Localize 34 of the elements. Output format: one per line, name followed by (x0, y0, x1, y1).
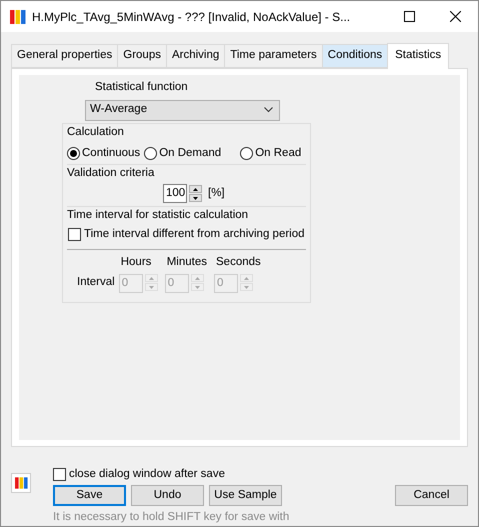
window-title: H.MyPlc_TAvg_5MinWAvg - ??? [Invalid, NoAckValue] - S... (32, 8, 352, 26)
unit-label: [%] (208, 186, 225, 202)
checkbox[interactable]: close dialog window after save (53, 466, 468, 483)
group-title: Calculation (67, 124, 125, 140)
dialog-button[interactable]: Save (53, 484, 126, 506)
function-dropdown[interactable]: W-Average (85, 100, 280, 120)
tab[interactable]: Conditions (322, 44, 388, 68)
field-label: Statistical function (95, 80, 189, 96)
app-logo-icon (11, 472, 31, 492)
column-header: Seconds (216, 254, 261, 270)
radio-option[interactable]: On Demand (144, 144, 222, 162)
group-title: Validation criteria (67, 166, 156, 181)
radio-option[interactable]: Continuous (67, 144, 140, 162)
tab[interactable]: Groups (117, 44, 166, 68)
hint-text: It is necessary to hold SHIFT key for save with (53, 510, 290, 525)
maximize-icon[interactable] (404, 11, 414, 22)
close-icon[interactable] (450, 11, 460, 22)
group-title: Time interval for statistic calculation (67, 208, 250, 224)
percent-field[interactable]: 100 (163, 184, 187, 204)
dialog-button[interactable]: Use Sample (209, 484, 282, 506)
column-header: Hours (120, 254, 152, 270)
tab[interactable]: Statistics (387, 43, 450, 70)
radio-option[interactable]: On Read (240, 144, 302, 162)
dialog-button[interactable]: Undo (131, 484, 204, 506)
tab[interactable]: Archiving (166, 44, 224, 68)
tab[interactable]: Time parameters (224, 44, 322, 68)
app-logo-icon (10, 10, 26, 24)
spin-buttons[interactable] (189, 185, 202, 202)
interval-label: Interval (77, 274, 115, 290)
column-header: Minutes (166, 254, 207, 270)
dialog-button[interactable]: Cancel (395, 484, 468, 506)
checkbox[interactable]: Time interval different from archiving period (68, 226, 306, 243)
caret-icon (264, 107, 273, 113)
tab[interactable]: General properties (11, 44, 118, 68)
